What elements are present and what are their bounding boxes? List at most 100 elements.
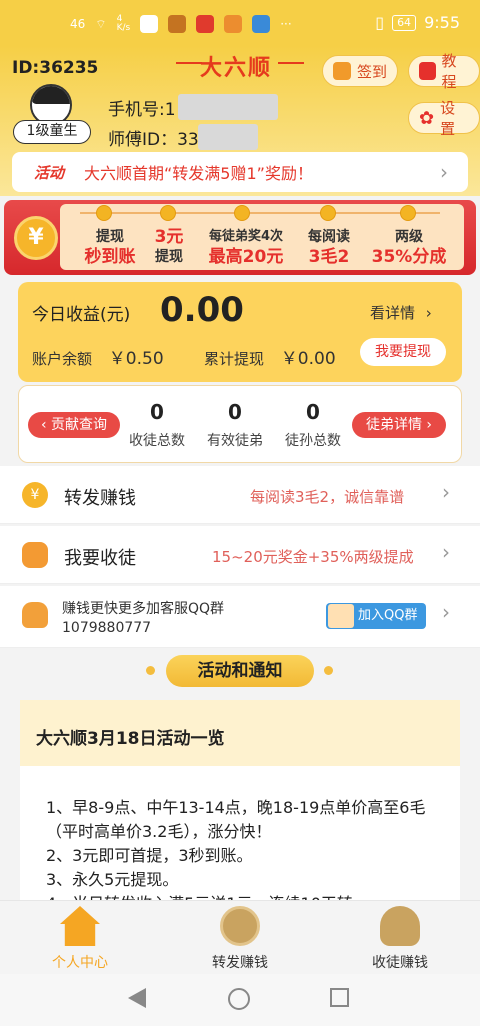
total-withdrawn-value: ￥0.00 (280, 349, 336, 369)
chevron-right-icon: › (442, 480, 450, 504)
app-icon-4 (252, 15, 271, 33)
home-icon (60, 906, 100, 946)
promo-progress-line (80, 212, 440, 214)
nav-item-recruit[interactable]: 收徒赚钱 (340, 906, 460, 972)
master-blur (198, 124, 258, 150)
add-user-icon (22, 542, 48, 568)
coin-icon (96, 205, 112, 221)
battery-icon: 64 (392, 14, 417, 31)
logo-decoration-left (176, 62, 202, 64)
coin-icon (320, 205, 336, 221)
master-label: 师傅ID： (108, 130, 178, 150)
back-icon[interactable] (128, 988, 146, 1008)
promo-item-b: 35%分成 (371, 247, 447, 267)
section-dot-left (146, 666, 155, 675)
stat-label: 收徒总数 (129, 433, 185, 449)
coin-icon (160, 205, 176, 221)
view-details-link[interactable]: 看详情 › (370, 302, 432, 323)
contribution-query-label: 贡献查询 (51, 417, 108, 433)
app-icon-1 (168, 15, 187, 33)
book-icon (419, 62, 436, 80)
vibrate-icon: ▯ (375, 13, 385, 32)
logo-decoration-right (278, 62, 304, 64)
qq-group-text: 赚钱更快更多加客服QQ群 1079880777 (62, 598, 224, 636)
signal-text: 46 (70, 17, 86, 31)
app-icon-2 (196, 15, 215, 33)
phone-line: 手机号:1 (108, 95, 176, 120)
today-earnings-value: 0.00 (160, 290, 244, 330)
user-id: ID:36235 (12, 58, 99, 78)
stat-value: 0 (150, 400, 164, 424)
coin-icon (400, 205, 416, 221)
level-badge: 1级童生 (13, 120, 91, 144)
share-earn-title: 转发赚钱 (64, 488, 136, 509)
balance: 账户余额 ￥0.50 (32, 344, 164, 369)
settings-button[interactable]: ✿ 设置 (408, 99, 480, 138)
view-details-label: 看详情 (370, 304, 416, 322)
clock: 9:55 (424, 13, 460, 32)
add-user-icon (380, 906, 420, 946)
more-dots: ··· (280, 17, 292, 31)
section-dot-right (324, 666, 333, 675)
stat-grand-disciples: 0 徒孙总数 (278, 400, 348, 450)
status-left: 46 ⌔ 4 K/s ··· (70, 15, 292, 33)
promo-item-b: 秒到账 (84, 247, 136, 267)
stat-label: 徒孙总数 (285, 433, 341, 449)
contribution-query-button[interactable]: ‹ 贡献查询 (28, 412, 120, 438)
promo-item-b: 最高20元 (208, 247, 284, 267)
app-logo: 大六顺 (200, 56, 273, 81)
settings-label: 设置 (440, 99, 456, 138)
promo-item: 提现 秒到账 (70, 227, 150, 267)
stat-effective: 0 有效徒弟 (200, 400, 270, 450)
qq-penguin-icon (22, 602, 48, 628)
today-earnings-label: 今日收益(元) (32, 305, 131, 325)
sign-in-label: 签到 (357, 62, 388, 81)
disciple-details-label: 徒弟详情 (365, 417, 422, 433)
nav-item-share[interactable]: 转发赚钱 (180, 906, 300, 972)
stat-label: 有效徒弟 (207, 433, 263, 449)
disciple-details-button[interactable]: 徒弟详情 › (352, 412, 446, 438)
notice-tag: 活动 (34, 163, 65, 182)
coin-icon (220, 906, 260, 946)
balance-value: ￥0.50 (108, 349, 164, 369)
coin-icon (234, 205, 250, 221)
notice-text: 大六顺首期“转发满5赠1”奖励！ (84, 164, 313, 183)
chevron-right-icon: › (425, 304, 432, 322)
recruit-subtitle: 15~20元奖金+35%两级提成 (212, 548, 414, 566)
home-button-icon[interactable] (228, 988, 250, 1010)
activity-body: 1、早8-9点、中午13-14点，晚18-19点单价高至6毛（平时高单价3.2毛… (46, 796, 442, 916)
net-speed: 4 K/s (116, 14, 131, 33)
activity-line: 1、早8-9点、中午13-14点，晚18-19点单价高至6毛（平时高单价3.2毛… (46, 798, 426, 841)
app-icon-3 (224, 15, 243, 33)
recent-apps-icon[interactable] (330, 988, 349, 1007)
qq-icon (140, 15, 159, 33)
activity-line: 2、3元即可首提，3秒到账。 (46, 846, 253, 865)
promo-item-a: 两级 (395, 229, 423, 245)
promo-item-a: 3元 (154, 227, 184, 247)
balance-label: 账户余额 (32, 350, 93, 368)
sign-in-icon (333, 62, 351, 80)
join-qq-label: 加入QQ群 (358, 608, 418, 623)
promo-item-b: 提现 (155, 249, 183, 265)
withdraw-button[interactable]: 我要提现 (360, 338, 446, 366)
promo-item-a: 提现 (96, 229, 124, 245)
promo-item: 每徒弟奖4次 最高20元 (196, 227, 296, 267)
share-earn-subtitle: 每阅读3毛2，诚信靠谱 (250, 488, 405, 506)
chevron-left-icon: ‹ (40, 417, 52, 433)
activity-notice-bar[interactable]: 活动 大六顺首期“转发满5赠1”奖励！ › (12, 152, 468, 192)
coin-icon: ¥ (22, 482, 48, 508)
promo-item: 3元 提现 (146, 227, 192, 267)
wifi-icon: ⌔ (95, 16, 107, 31)
tutorial-label: 教程 (441, 52, 457, 91)
chevron-right-icon: › (421, 417, 433, 433)
sign-in-button[interactable]: 签到 (322, 55, 399, 87)
chevron-right-icon: › (442, 540, 450, 564)
nav-label: 收徒赚钱 (372, 955, 428, 971)
nav-item-profile[interactable]: 个人中心 (20, 906, 140, 972)
total-withdrawn: 累计提现 ￥0.00 (204, 344, 336, 369)
recruit-title: 我要收徒 (64, 548, 136, 569)
tutorial-button[interactable]: 教程 (408, 52, 480, 91)
yuan-coin-icon: ¥ (14, 216, 58, 260)
promo-item-b: 3毛2 (308, 247, 350, 267)
gear-icon: ✿ (419, 107, 435, 129)
